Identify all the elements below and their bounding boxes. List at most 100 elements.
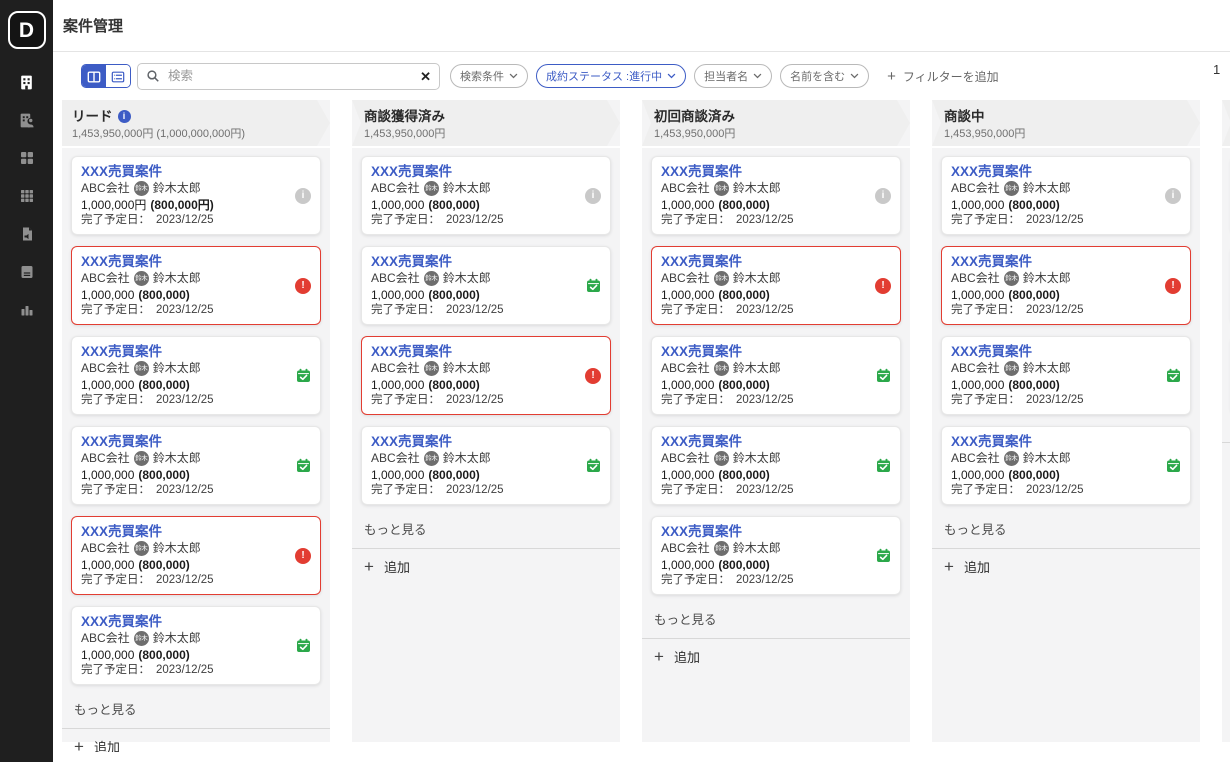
- sidebar-item-reports[interactable]: [0, 291, 53, 329]
- deal-card[interactable]: XXX売買案件 ABC会社 鈴木 鈴木太郎 1,000,000(800,000)…: [71, 516, 321, 595]
- deal-title[interactable]: XXX売買案件: [371, 433, 580, 450]
- deal-title[interactable]: XXX売買案件: [951, 163, 1160, 180]
- deal-card[interactable]: XXX売買案件 ABC会社 鈴木 鈴木太郎 1,000,000(800,000)…: [651, 156, 901, 235]
- search-clear-icon[interactable]: ✕: [420, 68, 431, 85]
- deal-title[interactable]: XXX売買案件: [951, 253, 1160, 270]
- deal-card[interactable]: XXX売買案件 ABC会社 鈴木 鈴木太郎 1,000,000(800,000)…: [361, 336, 611, 415]
- deal-title[interactable]: XXX売買案件: [661, 433, 870, 450]
- sidebar-item-ledger[interactable]: [0, 253, 53, 291]
- deal-title[interactable]: XXX売買案件: [81, 433, 290, 450]
- deal-title[interactable]: XXX売買案件: [81, 343, 290, 360]
- calendar-check-icon: [585, 458, 601, 474]
- chevron-down-icon: [753, 73, 762, 79]
- deal-card[interactable]: XXX売買案件 ABC会社 鈴木 鈴木太郎 1,000,000(800,000)…: [361, 426, 611, 505]
- sidebar-item-board[interactable]: [0, 139, 53, 177]
- show-more-link[interactable]: もっと見る: [932, 516, 1200, 538]
- show-more-link[interactable]: もっと見る: [62, 696, 330, 718]
- kanban-board: リード i 1,453,950,000円 (1,000,000,000円) XX…: [53, 100, 1230, 752]
- kanban-view-button[interactable]: [82, 65, 106, 88]
- deal-title[interactable]: XXX売買案件: [81, 253, 290, 270]
- deal-card[interactable]: XXX売買案件 ABC会社 鈴木 鈴木太郎 1,000,000(800,000)…: [941, 246, 1191, 325]
- alert-icon: !: [875, 278, 891, 294]
- deal-card-content: XXX売買案件 ABC会社 鈴木 鈴木太郎 1,000,000(800,000)…: [951, 343, 1160, 408]
- deal-title[interactable]: XXX売買案件: [81, 523, 290, 540]
- add-card-button[interactable]: + 追加: [642, 639, 910, 666]
- deal-due-date: 完了予定日：2023/12/25: [661, 303, 870, 318]
- deal-card-content: XXX売買案件 ABC会社 鈴木 鈴木太郎 1,000,000(800,000)…: [951, 433, 1160, 498]
- deal-title[interactable]: XXX売買案件: [371, 253, 580, 270]
- deal-card[interactable]: XXX売買案件 ABC会社 鈴木 鈴木太郎 1,000,000(800,000)…: [71, 336, 321, 415]
- deal-due-date: 完了予定日：2023/12/25: [371, 213, 580, 228]
- deal-title[interactable]: XXX売買案件: [371, 163, 580, 180]
- pipeline-column: 初回商談済み 1,453,950,000円 XXX売買案件 ABC会社 鈴木 鈴…: [642, 100, 910, 742]
- deal-card[interactable]: XXX売買案件 ABC会社 鈴木 鈴木太郎 1,000,000(800,000)…: [361, 246, 611, 325]
- deal-card[interactable]: XXX売買案件 ABC会社 鈴木 鈴木太郎 1,000,000(800,000)…: [651, 336, 901, 415]
- deal-card[interactable]: XXX売買案件 ABC会社 鈴木 鈴木太郎 1,000,000円(800,000…: [71, 156, 321, 235]
- deal-card-content: XXX売買案件 ABC会社 鈴木 鈴木太郎 1,000,000(800,000)…: [661, 523, 870, 588]
- company-name: ABC会社: [81, 450, 130, 467]
- deal-card-content: XXX売買案件 ABC会社 鈴木 鈴木太郎 1,000,000(800,000)…: [371, 433, 580, 498]
- deal-card[interactable]: XXX売買案件 ABC会社 鈴木 鈴木太郎 1,000,000(800,000)…: [71, 246, 321, 325]
- deal-card[interactable]: XXX売買案件 ABC会社 鈴木 鈴木太郎 1,000,000(800,000)…: [71, 426, 321, 505]
- add-card-label: 追加: [384, 557, 410, 576]
- top-header: 案件管理: [53, 0, 1230, 52]
- sidebar-item-company-contacts[interactable]: [0, 101, 53, 139]
- deal-title[interactable]: XXX売買案件: [661, 523, 870, 540]
- deal-card[interactable]: XXX売買案件 ABC会社 鈴木 鈴木太郎 1,000,000(800,000)…: [361, 156, 611, 235]
- filter-chip[interactable]: 名前を含む: [780, 64, 869, 88]
- column-title-text: リード: [72, 108, 113, 125]
- deal-title[interactable]: XXX売買案件: [371, 343, 580, 360]
- app-logo[interactable]: D: [8, 11, 46, 49]
- deal-meta: ABC会社 鈴木 鈴木太郎: [951, 270, 1160, 287]
- deal-card[interactable]: XXX売買案件 ABC会社 鈴木 鈴木太郎 1,000,000(800,000)…: [71, 606, 321, 685]
- deal-card-content: XXX売買案件 ABC会社 鈴木 鈴木太郎 1,000,000(800,000)…: [661, 163, 870, 228]
- deal-meta: ABC会社 鈴木 鈴木太郎: [951, 360, 1160, 377]
- column-header: 商談中 1,453,950,000円: [932, 100, 1200, 146]
- deal-title[interactable]: XXX売買案件: [951, 343, 1160, 360]
- deal-title[interactable]: XXX売買案件: [951, 433, 1160, 450]
- deal-card[interactable]: XXX売買案件 ABC会社 鈴木 鈴木太郎 1,000,000(800,000)…: [941, 156, 1191, 235]
- deal-card[interactable]: XXX売買案件 ABC会社 鈴木 鈴木太郎 1,000,000(800,000)…: [651, 246, 901, 325]
- deal-meta: ABC会社 鈴木 鈴木太郎: [81, 180, 290, 197]
- deal-due-date: 完了予定日：2023/12/25: [81, 213, 290, 228]
- show-more-link[interactable]: もっと見る: [352, 516, 620, 538]
- deal-card[interactable]: XXX売買案件 ABC会社 鈴木 鈴木太郎 1,000,000(800,000)…: [941, 426, 1191, 505]
- deal-card-content: XXX売買案件 ABC会社 鈴木 鈴木太郎 1,000,000(800,000)…: [81, 433, 290, 498]
- add-filter-button[interactable]: + フィルターを追加: [887, 68, 999, 85]
- deal-title[interactable]: XXX売買案件: [81, 163, 290, 180]
- show-more-link[interactable]: もっと見る: [642, 606, 910, 628]
- list-view-button[interactable]: [106, 65, 130, 88]
- column-info-icon[interactable]: i: [118, 110, 131, 123]
- calendar-check-icon: [875, 548, 891, 564]
- filter-chip[interactable]: 担当者名: [694, 64, 772, 88]
- show-more-link[interactable]: [1222, 426, 1230, 432]
- due-date-label: 完了予定日：: [81, 304, 150, 316]
- deal-due-date: 完了予定日：2023/12/25: [371, 303, 580, 318]
- deal-amount-sub: (800,000): [1008, 198, 1059, 212]
- column-card-list: XXX売買案件 ABC会社 鈴木 鈴木太郎 1,000,000円(800,000…: [62, 148, 330, 696]
- sidebar-item-documents[interactable]: [0, 215, 53, 253]
- filter-chip[interactable]: 検索条件: [450, 64, 528, 88]
- deal-card[interactable]: XXX売買案件 ABC会社 鈴木 鈴木太郎 1,000,000(800,000)…: [941, 336, 1191, 415]
- sidebar-item-building[interactable]: [0, 63, 53, 101]
- deal-title[interactable]: XXX売買案件: [661, 253, 870, 270]
- owner-avatar: 鈴木: [424, 271, 439, 286]
- company-name: ABC会社: [371, 180, 420, 197]
- deal-title[interactable]: XXX売買案件: [661, 163, 870, 180]
- filter-chip[interactable]: 成約ステータス :進行中: [536, 64, 686, 88]
- deal-title[interactable]: XXX売買案件: [661, 343, 870, 360]
- add-card-button[interactable]: + 追加: [932, 549, 1200, 576]
- deal-amount: 1,000,000(800,000): [81, 647, 290, 663]
- add-card-button[interactable]: + 追加: [352, 549, 620, 576]
- deal-title[interactable]: XXX売買案件: [81, 613, 290, 630]
- column-title-text: 商談中: [944, 108, 985, 125]
- search-input[interactable]: [137, 63, 440, 90]
- deal-card[interactable]: XXX売買案件 ABC会社 鈴木 鈴木太郎 1,000,000(800,000)…: [651, 516, 901, 595]
- add-card-button[interactable]: + 追加: [62, 729, 330, 752]
- owner-avatar: 鈴木: [714, 271, 729, 286]
- owner-name: 鈴木太郎: [1023, 360, 1071, 377]
- deal-meta: ABC会社 鈴木 鈴木太郎: [661, 270, 870, 287]
- calendar-check-icon: [295, 368, 311, 384]
- sidebar-item-table[interactable]: [0, 177, 53, 215]
- deal-card[interactable]: XXX売買案件 ABC会社 鈴木 鈴木太郎 1,000,000(800,000)…: [651, 426, 901, 505]
